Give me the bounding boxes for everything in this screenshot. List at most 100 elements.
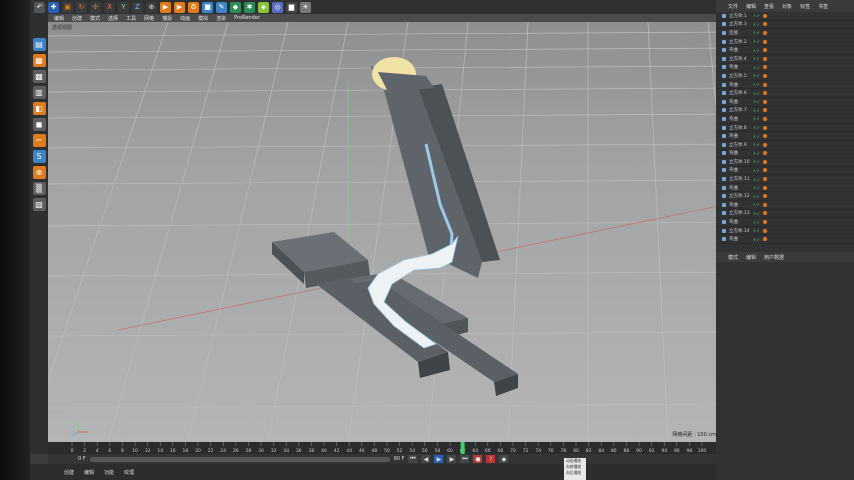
object-row[interactable]: 立方体.2 ⁞ ✓ (716, 38, 854, 47)
om-tab[interactable]: 书签 (818, 3, 828, 10)
snap-icon[interactable]: S (32, 150, 46, 163)
tag-icon[interactable] (762, 22, 767, 27)
tag-icon[interactable] (762, 220, 767, 225)
om-tab[interactable]: 对象 (782, 3, 792, 10)
y-axis-icon[interactable]: Y (118, 1, 129, 13)
visibility-toggle[interactable]: ⁞ ✓ (754, 142, 760, 147)
object-row[interactable]: 立方体.7 ⁞ ✓ (716, 107, 854, 116)
menu-item[interactable]: 捕捉 (162, 15, 172, 22)
object-row[interactable]: 立方体.12 ⁞ ✓ (716, 192, 854, 202)
popup-item[interactable]: 向后播放 (564, 470, 586, 476)
tag-icon[interactable] (762, 30, 767, 35)
tag-icon[interactable] (762, 134, 767, 139)
bottom-tab[interactable]: 创建 (64, 469, 74, 476)
visibility-toggle[interactable]: ⁞ ✓ (754, 91, 760, 96)
frame-range-slider[interactable] (89, 456, 390, 462)
autokey-icon[interactable]: ? (486, 455, 496, 463)
menu-item[interactable]: 创建 (72, 15, 82, 22)
tag-icon[interactable] (762, 108, 767, 113)
render-picture-icon[interactable]: ▶ (174, 1, 185, 13)
visibility-toggle[interactable]: ⁞ ✓ (754, 99, 760, 104)
object-row[interactable]: 立方体.1 ⁞ ✓ (716, 12, 854, 21)
visibility-toggle[interactable]: ⁞ ✓ (754, 22, 760, 27)
menu-item[interactable]: 选择 (108, 15, 118, 22)
visibility-toggle[interactable]: ⁞ ✓ (754, 151, 760, 156)
select-icon[interactable]: ✣ (90, 1, 101, 13)
object-row[interactable]: 立方体.13 ⁞ ✓ (716, 210, 854, 219)
next-frame-icon[interactable]: ▶ (447, 455, 457, 463)
visibility-toggle[interactable]: ⁞ ✓ (754, 194, 760, 199)
visibility-toggle[interactable]: ⁞ ✓ (754, 168, 760, 173)
start-frame[interactable]: 0 F (78, 456, 86, 462)
visibility-toggle[interactable]: ⁞ ✓ (754, 177, 760, 182)
visibility-toggle[interactable]: ⁞ ✓ (754, 211, 760, 216)
visibility-toggle[interactable]: ⁞ ✓ (754, 237, 760, 242)
tag-icon[interactable] (762, 237, 767, 242)
subdivision-icon[interactable]: ◆ (230, 1, 241, 13)
menu-item[interactable]: 模拟 (198, 15, 208, 22)
prev-frame-icon[interactable]: ◀ (421, 455, 431, 463)
object-row[interactable]: 弯曲 ⁞ ✓ (716, 235, 854, 245)
end-frame[interactable]: 90 F (394, 456, 405, 462)
tag-icon[interactable] (762, 185, 767, 190)
deformer-icon[interactable]: ◈ (258, 1, 269, 13)
object-row[interactable]: 弯曲 ⁞ ✓ (716, 115, 854, 124)
light-icon[interactable]: ☀ (300, 1, 311, 13)
visibility-toggle[interactable]: ⁞ ✓ (754, 65, 760, 70)
am-tab[interactable]: 编辑 (746, 254, 756, 261)
tag-icon[interactable] (762, 56, 767, 61)
tag-icon[interactable] (762, 125, 767, 130)
rotate-icon[interactable]: ↻ (76, 1, 87, 13)
visibility-toggle[interactable]: ⁞ ✓ (754, 125, 760, 130)
tag-icon[interactable] (762, 168, 767, 173)
visibility-toggle[interactable]: ⁞ ✓ (754, 108, 760, 113)
cube-icon[interactable]: ■ (202, 1, 213, 13)
tag-icon[interactable] (762, 228, 767, 233)
undo-icon[interactable]: ↶ (34, 1, 45, 13)
menu-item[interactable]: 渲染 (216, 15, 226, 22)
visibility-toggle[interactable]: ⁞ ✓ (754, 82, 760, 87)
grid-icon[interactable]: ▒ (32, 182, 46, 195)
am-tab[interactable]: 模式 (728, 254, 738, 261)
visibility-toggle[interactable]: ⁞ ✓ (754, 56, 760, 61)
visibility-toggle[interactable]: ⁞ ✓ (754, 159, 760, 164)
om-tab[interactable]: 文件 (728, 3, 738, 10)
visibility-toggle[interactable]: ⁞ ✓ (754, 39, 760, 44)
tag-icon[interactable] (762, 194, 767, 199)
object-row[interactable]: 弯曲 ⁞ ✓ (716, 46, 854, 55)
record-icon[interactable]: ● (473, 455, 483, 463)
tag-icon[interactable] (762, 48, 767, 53)
z-axis-icon[interactable]: Z (132, 1, 143, 13)
render-settings-icon[interactable]: ⚙ (188, 1, 199, 13)
object-row[interactable]: 弯曲 ⁞ ✓ (716, 98, 854, 107)
render-view-icon[interactable]: ▶ (160, 1, 171, 13)
tag-icon[interactable] (762, 73, 767, 78)
workplane-icon[interactable]: ⊗ (32, 166, 46, 179)
object-row[interactable]: 立方体.5 ⁞ ✓ (716, 72, 854, 81)
tag-icon[interactable] (762, 82, 767, 87)
object-row[interactable]: 弯曲 ⁞ ✓ (716, 201, 854, 210)
om-tab[interactable]: 查看 (764, 3, 774, 10)
visibility-toggle[interactable]: ⁞ ✓ (754, 134, 760, 139)
object-row[interactable]: 立方体.9 ⁞ ✓ (716, 141, 854, 150)
play-icon[interactable]: ▶ (434, 455, 444, 463)
object-row[interactable]: 立方体.11 ⁞ ✓ (716, 175, 854, 184)
texture-mode-icon[interactable]: ▩ (32, 70, 46, 83)
tag-icon[interactable] (762, 99, 767, 104)
model-mode-icon[interactable]: ▦ (32, 54, 46, 67)
object-row[interactable]: 立方体.14 ⁞ ✓ (716, 227, 854, 236)
tag-icon[interactable] (762, 159, 767, 164)
menu-item[interactable]: 动画 (180, 15, 190, 22)
camera-icon[interactable]: ▆ (286, 1, 297, 13)
polygons-mode-icon[interactable]: ◼ (32, 118, 46, 131)
timeline[interactable]: 0 2 4 6 8 10 12 14 16 18 20 22 24 26 28 30 32 34 36 38 40 42 4… (48, 442, 740, 454)
go-to-end-icon[interactable]: ⏭ (460, 455, 470, 463)
object-row[interactable]: 弯曲 ⁞ ✓ (716, 132, 854, 141)
object-row[interactable]: 弯曲 ⁞ ✓ (716, 81, 854, 90)
tag-icon[interactable] (762, 211, 767, 216)
visibility-toggle[interactable]: ⁞ ✓ (754, 185, 760, 190)
object-row[interactable]: 立方体.3 ⁞ ✓ (716, 21, 854, 30)
bottom-tab[interactable]: 纹理 (124, 469, 134, 476)
visibility-toggle[interactable]: ⁞ ✓ (754, 13, 760, 18)
tag-icon[interactable] (762, 151, 767, 156)
